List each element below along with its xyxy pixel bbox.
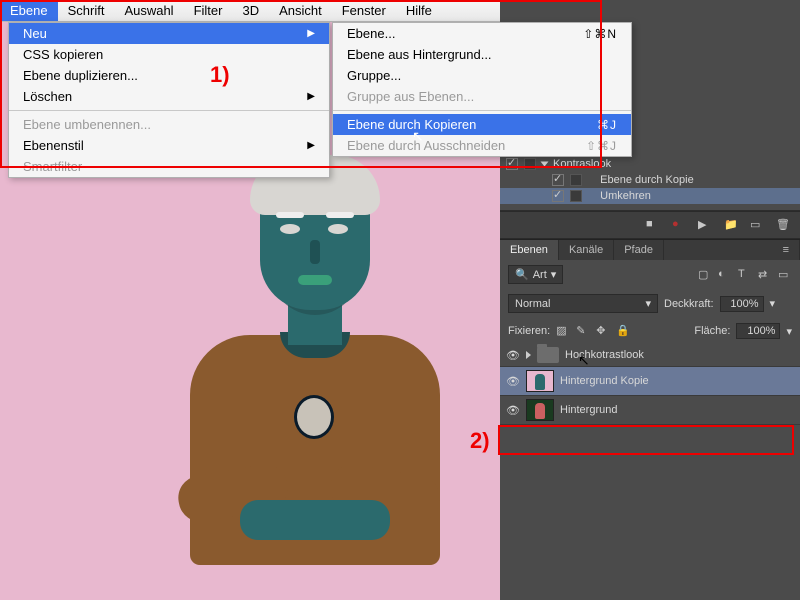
- menu-css-kopieren[interactable]: CSS kopieren: [9, 44, 329, 65]
- filter-text-icon[interactable]: T: [738, 268, 752, 282]
- menu-separator: [9, 110, 329, 111]
- menu-smartfilter[interactable]: Smartfilter: [9, 156, 329, 177]
- layer-thumbnail: [526, 370, 554, 392]
- submenu-gruppe[interactable]: Gruppe...: [333, 65, 631, 86]
- lock-label: Fixieren:: [508, 325, 550, 337]
- layers-list: 👁 Hochkotrastlook 👁 Hintergrund Kopie 👁 …: [500, 344, 800, 425]
- canvas-figure: [130, 160, 470, 600]
- new-action-icon[interactable]: ▭: [750, 218, 764, 232]
- lock-all-icon[interactable]: 🔒: [616, 324, 630, 338]
- menubar-item-schrift[interactable]: Schrift: [58, 0, 115, 21]
- layer-row[interactable]: 👁 Hintergrund: [500, 396, 800, 425]
- filter-smart-icon[interactable]: ▭: [778, 268, 792, 282]
- filter-shape-icon[interactable]: ⇄: [758, 268, 772, 282]
- panel-menu-icon[interactable]: ≡: [773, 240, 800, 260]
- submenu-ebene-durch-ausschneiden[interactable]: Ebene durch Ausschneiden⇧⌘J: [333, 135, 631, 156]
- menubar-item-ebene[interactable]: Ebene: [0, 0, 58, 21]
- layer-name: Hochkotrastlook: [565, 349, 644, 361]
- layer-filter-select[interactable]: 🔍Art▾: [508, 265, 563, 284]
- menubar-item-hilfe[interactable]: Hilfe: [396, 0, 442, 21]
- visibility-icon[interactable]: 👁: [506, 375, 520, 388]
- menu-loeschen[interactable]: Löschen▶: [9, 86, 329, 107]
- submenu-ebene-aus-hintergrund[interactable]: Ebene aus Hintergrund...: [333, 44, 631, 65]
- search-icon: 🔍: [515, 268, 529, 281]
- layer-group-row[interactable]: 👁 Hochkotrastlook: [500, 344, 800, 367]
- menu-ebene-umbenennen[interactable]: Ebene umbenennen...: [9, 114, 329, 135]
- lock-brush-icon[interactable]: ✎: [576, 324, 590, 338]
- opacity-input[interactable]: 100%: [720, 296, 764, 312]
- disclosure-icon[interactable]: [526, 351, 531, 359]
- menu-ebene-duplizieren[interactable]: Ebene duplizieren...: [9, 65, 329, 86]
- ebene-menu: Neu▶ CSS kopieren Ebene duplizieren... L…: [8, 22, 330, 178]
- actions-group[interactable]: Kontraslook: [500, 156, 800, 172]
- actions-toolbar: ■ ● ▶ 📁 ▭ 🗑: [500, 211, 800, 239]
- tab-kanaele[interactable]: Kanäle: [559, 240, 614, 260]
- menubar-item-ansicht[interactable]: Ansicht: [269, 0, 332, 21]
- blend-mode-select[interactable]: Normal▾: [508, 294, 658, 313]
- lock-move-icon[interactable]: ✥: [596, 324, 610, 338]
- neu-submenu: Ebene...⇧⌘N Ebene aus Hintergrund... Gru…: [332, 22, 632, 157]
- opacity-label: Deckkraft:: [664, 298, 714, 310]
- menu-separator: [333, 110, 631, 111]
- blend-row: Normal▾ Deckkraft: 100%▾: [500, 289, 800, 318]
- shortcut-label: ⇧⌘N: [583, 27, 617, 41]
- submenu-gruppe-aus-ebenen[interactable]: Gruppe aus Ebenen...: [333, 86, 631, 107]
- submenu-arrow-icon: ▶: [307, 140, 315, 151]
- shortcut-label: ⌘J: [597, 118, 617, 132]
- new-folder-icon[interactable]: 📁: [724, 218, 738, 232]
- layers-tabs: Ebenen Kanäle Pfade ≡: [500, 239, 800, 260]
- layer-name: Hintergrund Kopie: [560, 375, 649, 387]
- tab-pfade[interactable]: Pfade: [614, 240, 664, 260]
- filter-image-icon[interactable]: ▢: [698, 268, 712, 282]
- submenu-ebene[interactable]: Ebene...⇧⌘N: [333, 23, 631, 44]
- shortcut-label: ⇧⌘J: [586, 139, 617, 153]
- tab-ebenen[interactable]: Ebenen: [500, 240, 559, 260]
- layer-row-selected[interactable]: 👁 Hintergrund Kopie: [500, 367, 800, 396]
- fill-label: Fläche:: [694, 325, 730, 337]
- folder-icon: [537, 347, 559, 363]
- stop-icon[interactable]: ■: [646, 218, 660, 232]
- record-icon[interactable]: ●: [672, 218, 686, 232]
- lock-row: Fixieren: ▨ ✎ ✥ 🔒 Fläche: 100%▾: [500, 318, 800, 344]
- annotation-label-2: 2): [470, 428, 490, 454]
- lock-pixels-icon[interactable]: ▨: [556, 324, 570, 338]
- actions-subitem[interactable]: Umkehren: [500, 188, 800, 204]
- submenu-arrow-icon: ▶: [307, 28, 315, 39]
- layer-filter-row: 🔍Art▾ ▢ ◐ T ⇄ ▭: [500, 260, 800, 289]
- menubar-item-filter[interactable]: Filter: [184, 0, 233, 21]
- submenu-arrow-icon: ▶: [307, 91, 315, 102]
- menubar-item-auswahl[interactable]: Auswahl: [114, 0, 183, 21]
- layer-thumbnail: [526, 399, 554, 421]
- fill-input[interactable]: 100%: [736, 323, 780, 339]
- submenu-ebene-durch-kopieren[interactable]: Ebene durch Kopieren⌘J: [333, 114, 631, 135]
- actions-subitem[interactable]: Ebene durch Kopie: [500, 172, 800, 188]
- menu-neu[interactable]: Neu▶: [9, 23, 329, 44]
- visibility-icon[interactable]: 👁: [506, 349, 520, 362]
- menu-ebenenstil[interactable]: Ebenenstil▶: [9, 135, 329, 156]
- filter-adjust-icon[interactable]: ◐: [718, 268, 732, 282]
- trash-icon[interactable]: 🗑: [776, 218, 790, 232]
- menubar-item-fenster[interactable]: Fenster: [332, 0, 396, 21]
- menubar-item-3d[interactable]: 3D: [232, 0, 269, 21]
- play-icon[interactable]: ▶: [698, 218, 712, 232]
- visibility-icon[interactable]: 👁: [506, 404, 520, 417]
- layer-name: Hintergrund: [560, 404, 617, 416]
